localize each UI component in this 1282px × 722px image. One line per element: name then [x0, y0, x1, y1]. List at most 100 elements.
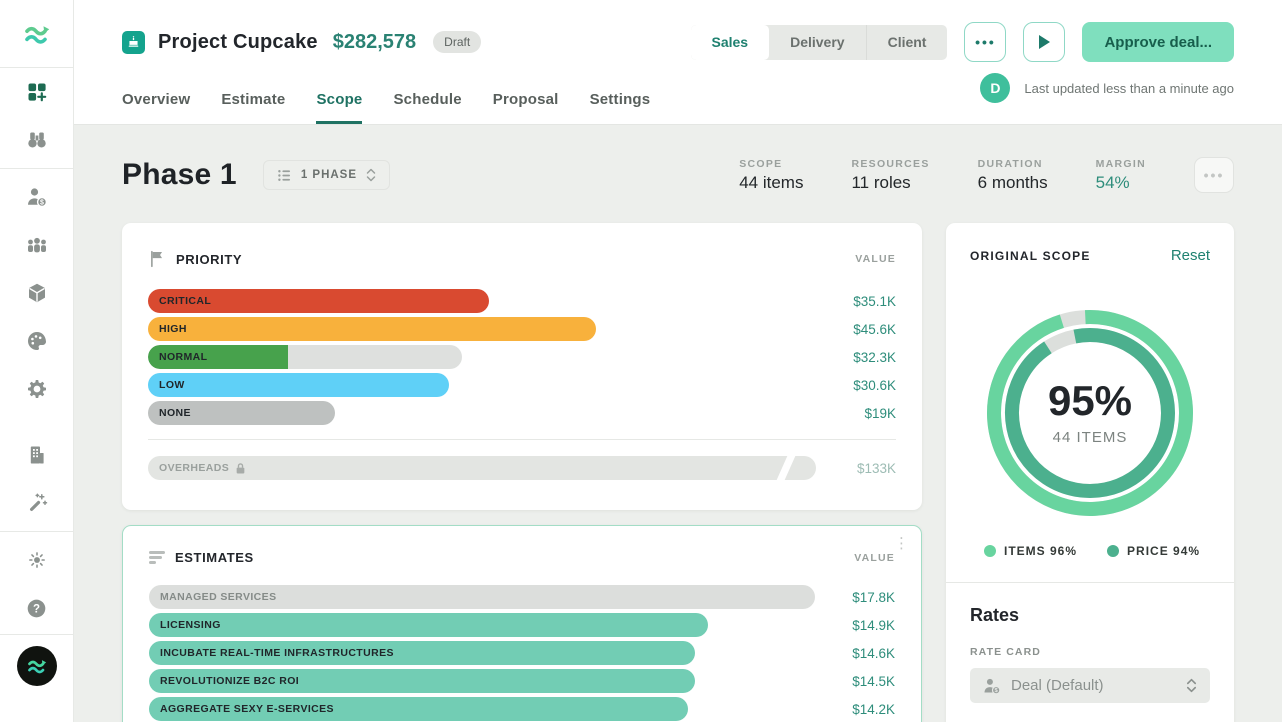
- bar-value: $14.2K: [815, 702, 895, 717]
- chevron-updown-icon: [1185, 677, 1198, 694]
- sidebar-item-dashboard[interactable]: [0, 68, 74, 116]
- palette-icon: [25, 329, 49, 353]
- app-window: $: [0, 0, 1282, 722]
- more-actions-button[interactable]: •••: [964, 22, 1006, 62]
- overheads-value: $133K: [816, 461, 896, 476]
- sidebar-item-company[interactable]: [0, 431, 74, 479]
- header: Project Cupcake $282,578 Draft Sales Del…: [74, 0, 1282, 125]
- binoculars-icon: [25, 128, 49, 152]
- tab-proposal[interactable]: Proposal: [493, 91, 559, 124]
- donut-center-label: 44 ITEMS: [1053, 429, 1128, 446]
- rate-card-label: RATE CARD: [970, 646, 1210, 658]
- estimate-bar-row[interactable]: AGGREGATE SEXY E-SERVICES $14.2K: [149, 697, 895, 721]
- gear-icon: [25, 377, 49, 401]
- bar-value: $45.6K: [816, 322, 896, 337]
- stat-scope: SCOPE 44 items: [739, 158, 803, 193]
- stat-duration: DURATION 6 months: [978, 158, 1048, 193]
- legend-item: ITEMS 96%: [984, 544, 1077, 558]
- phase-selector-label: 1 PHASE: [301, 169, 357, 181]
- phase-title: Phase 1: [122, 158, 237, 192]
- bar-label: REVOLUTIONIZE B2C ROI: [149, 675, 299, 687]
- tab-settings[interactable]: Settings: [590, 91, 651, 124]
- estimate-bar-row[interactable]: LICENSING$14.9K: [149, 613, 895, 637]
- person-dollar-icon: $: [982, 676, 1002, 696]
- kebab-menu-icon[interactable]: ⋮: [894, 536, 909, 553]
- legend-label: ITEMS 96%: [1004, 544, 1077, 558]
- card-title: ESTIMATES: [175, 550, 254, 565]
- legend-label: PRICE 94%: [1127, 544, 1200, 558]
- bar-label: HIGH: [148, 323, 187, 335]
- priority-bar-row[interactable]: LOW$30.6K: [148, 373, 896, 397]
- cake-icon: [126, 35, 141, 50]
- sidebar: $: [0, 0, 74, 722]
- sidebar-item-branding[interactable]: [0, 317, 74, 365]
- bar-label: INCUBATE REAL-TIME INFRASTRUCTURES: [149, 647, 394, 659]
- reset-link[interactable]: Reset: [1171, 247, 1210, 264]
- sidebar-divider: [0, 168, 73, 169]
- estimate-bar-row[interactable]: REVOLUTIONIZE B2C ROI$14.5K: [149, 669, 895, 693]
- sidebar-item-settings[interactable]: [0, 365, 74, 413]
- sidebar-item-packages[interactable]: [0, 269, 74, 317]
- overheads-label: OVERHEADS: [148, 462, 246, 475]
- app-logo[interactable]: [0, 0, 74, 68]
- user-avatar: [17, 646, 57, 686]
- sidebar-item-rates[interactable]: $: [0, 173, 74, 221]
- flag-icon: [148, 249, 166, 269]
- status-badge: Draft: [433, 31, 481, 53]
- approve-deal-button[interactable]: Approve deal...: [1082, 22, 1234, 62]
- person-dollar-icon: $: [25, 185, 49, 209]
- scope-page: Phase 1 1 PHASE SCOPE 44 items: [74, 125, 1282, 722]
- view-toggle-client[interactable]: Client: [867, 25, 948, 60]
- bar-value: $17.8K: [815, 590, 895, 605]
- tab-schedule[interactable]: Schedule: [393, 91, 461, 124]
- overheads-row[interactable]: OVERHEADS $133K: [148, 456, 896, 480]
- divider: [148, 439, 896, 440]
- bar-value: $32.3K: [816, 350, 896, 365]
- rates-title: Rates: [970, 605, 1210, 626]
- estimate-bar-row[interactable]: INCUBATE REAL-TIME INFRASTRUCTURES $14.6K: [149, 641, 895, 665]
- run-button[interactable]: [1023, 22, 1065, 62]
- donut-center-value: 95%: [1048, 380, 1132, 422]
- avatar[interactable]: D: [980, 73, 1010, 103]
- list-icon: [276, 167, 293, 184]
- bar-label: NONE: [148, 407, 191, 419]
- estimate-bar-row[interactable]: MANAGED SERVICES$17.8K: [149, 585, 895, 609]
- bar-label: AGGREGATE SEXY E-SERVICES: [149, 703, 334, 715]
- value-column-header: VALUE: [854, 552, 895, 564]
- phase-selector[interactable]: 1 PHASE: [263, 160, 390, 190]
- sidebar-item-theme[interactable]: [0, 536, 74, 584]
- sidebar-item-help[interactable]: ?: [0, 584, 74, 632]
- svg-text:$: $: [40, 199, 44, 206]
- deal-amount: $282,578: [333, 31, 416, 54]
- help-icon: ?: [25, 597, 48, 620]
- sidebar-user-avatar[interactable]: [0, 634, 74, 696]
- priority-bar-list: CRITICAL$35.1K HIGH $45.6K NORMAL$32.3K LOW$…: [148, 289, 896, 425]
- priority-bar-row[interactable]: NORMAL$32.3K: [148, 345, 896, 369]
- building-icon: [25, 443, 49, 467]
- priority-bar-row[interactable]: HIGH $45.6K: [148, 317, 896, 341]
- priority-bar-row[interactable]: CRITICAL$35.1K: [148, 289, 896, 313]
- sidebar-divider: [0, 531, 73, 532]
- view-toggle-sales[interactable]: Sales: [691, 25, 770, 60]
- tab-estimate[interactable]: Estimate: [221, 91, 285, 124]
- bar-value: $14.9K: [815, 618, 895, 633]
- panel-title: ORIGINAL SCOPE: [970, 249, 1091, 263]
- tab-scope[interactable]: Scope: [316, 91, 362, 124]
- legend-dot-icon: [984, 545, 996, 557]
- sidebar-item-team[interactable]: [0, 221, 74, 269]
- rate-card-value: Deal (Default): [1011, 677, 1176, 694]
- rate-card-select[interactable]: $ Deal (Default): [970, 668, 1210, 703]
- sidebar-item-automation[interactable]: [0, 479, 74, 527]
- phase-more-button[interactable]: •••: [1194, 157, 1234, 193]
- ellipsis-icon: •••: [1204, 168, 1225, 182]
- view-toggle-delivery[interactable]: Delivery: [769, 25, 866, 60]
- bar-value: $14.6K: [815, 646, 895, 661]
- team-icon: [25, 233, 49, 257]
- tab-overview[interactable]: Overview: [122, 91, 190, 124]
- tab-bar: Overview Estimate Scope Schedule Proposa…: [122, 62, 650, 124]
- estimates-card[interactable]: ⋮ ESTIMATES VALUE MANAGED SERVICES$17.8K…: [122, 525, 922, 722]
- scope-donut-chart: 95% 44 ITEMS: [985, 308, 1195, 518]
- sun-icon: [26, 549, 48, 571]
- priority-bar-row[interactable]: NONE$19K: [148, 401, 896, 425]
- sidebar-item-search[interactable]: [0, 116, 74, 164]
